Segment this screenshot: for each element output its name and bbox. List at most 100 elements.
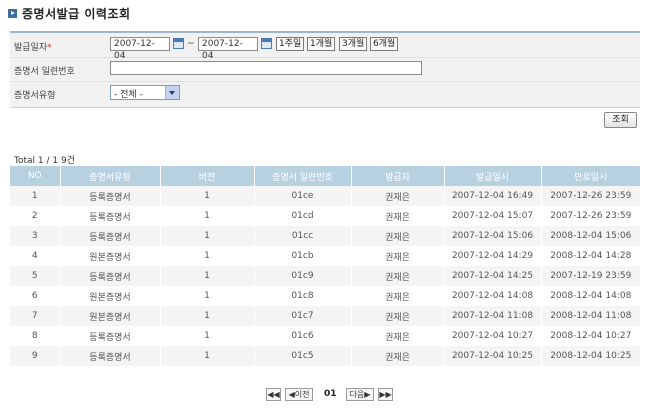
cell-issued-at: 2007-12-04 11:08 (443, 306, 541, 326)
table-row[interactable]: 6 원본증명서 1 01c8 권재은 2007-12-04 14:08 2008-12-04… (10, 286, 640, 306)
cell-serial: 01ce (253, 186, 351, 206)
cell-expires-at: 2007-12-26 23:59 (540, 206, 640, 226)
cell-version: 1 (159, 246, 254, 266)
cell-issuer: 권재은 (350, 226, 444, 246)
cell-issued-at: 2007-12-04 14:08 (443, 286, 541, 306)
col-serial: 증명서 일련번호 (253, 166, 351, 186)
cell-issued-at: 2007-12-04 14:25 (443, 266, 541, 286)
page-title: 증명서발급 이력조회 (22, 6, 131, 21)
page-header: 증명서발급 이력조회 (8, 5, 131, 21)
cell-expires-at: 2008-12-04 15:06 (540, 226, 640, 246)
cell-cert-type: 등록증명서 (59, 326, 160, 346)
history-table: NO 증명서유형 버전 증명서 일련번호 발급자 발급일시 만료일시 1 등록증명… (10, 166, 640, 366)
cell-cert-type: 원본증명서 (59, 306, 160, 326)
cell-issued-at: 2007-12-04 16:49 (443, 186, 541, 206)
cell-expires-at: 2007-12-26 23:59 (540, 186, 640, 206)
cell-issuer: 권재은 (350, 346, 444, 366)
first-page-button[interactable]: ◀◀ (266, 388, 281, 401)
cell-version: 1 (159, 306, 254, 326)
cell-cert-type: 등록증명서 (59, 206, 160, 226)
issue-date-label: 발급일자* (14, 43, 52, 53)
chevron-down-icon[interactable] (165, 86, 179, 99)
last-page-button[interactable]: ▶▶ (378, 388, 393, 401)
cell-version: 1 (159, 186, 254, 206)
cell-version: 1 (159, 226, 254, 246)
cert-type-select[interactable]: - 전체 - (110, 85, 180, 100)
date-to-input[interactable]: 2007-12-04 (198, 37, 258, 61)
cell-serial: 01cc (253, 226, 351, 246)
table-row[interactable]: 8 등록증명서 1 01c6 권재은 2007-12-04 10:27 2008-12-04… (10, 326, 640, 346)
cell-expires-at: 2007-12-19 23:59 (540, 266, 640, 286)
table-row[interactable]: 1 등록증명서 1 01ce 권재은 2007-12-04 16:49 2007-12-26… (10, 186, 640, 206)
next-page-button[interactable]: 다음▶ (346, 388, 374, 401)
cell-no: 8 (10, 326, 60, 346)
search-panel: 발급일자* 2007-12-04 ~ 2007-12-04 1주일 1개월 3개… (10, 31, 640, 108)
cell-cert-type: 등록증명서 (59, 346, 160, 366)
cell-issued-at: 2007-12-04 14:29 (443, 246, 541, 266)
cell-no: 4 (10, 246, 60, 266)
cell-cert-type: 등록증명서 (59, 266, 160, 286)
calendar-to-icon[interactable] (261, 38, 272, 49)
cell-issued-at: 2007-12-04 10:25 (443, 346, 541, 366)
cert-type-selected: - 전체 - (114, 90, 143, 100)
cell-issuer: 권재은 (350, 286, 444, 306)
current-page-number[interactable]: 01 (324, 389, 337, 399)
cell-cert-type: 등록증명서 (59, 186, 160, 206)
cell-issuer: 권재은 (350, 246, 444, 266)
cell-expires-at: 2008-12-04 14:28 (540, 246, 640, 266)
period-3month-button[interactable]: 3개월 (339, 37, 368, 51)
date-from-input[interactable]: 2007-12-04 (110, 37, 170, 61)
cell-issued-at: 2007-12-04 15:07 (443, 206, 541, 226)
cell-issuer: 권재은 (350, 206, 444, 226)
search-row-serial: 증명서 일련번호 (10, 57, 640, 82)
cell-no: 1 (10, 186, 60, 206)
col-no: NO (10, 166, 60, 186)
cell-version: 1 (159, 326, 254, 346)
total-count: Total 1 / 1 9건 (14, 156, 75, 166)
table-row[interactable]: 2 등록증명서 1 01cd 권재은 2007-12-04 15:07 2007-12-26… (10, 206, 640, 226)
cell-issuer: 권재은 (350, 326, 444, 346)
cell-version: 1 (159, 286, 254, 306)
period-1month-button[interactable]: 1개월 (307, 37, 336, 51)
cell-no: 7 (10, 306, 60, 326)
cell-no: 3 (10, 226, 60, 246)
cell-serial: 01cb (253, 246, 351, 266)
cell-serial: 01c6 (253, 326, 351, 346)
period-6month-button[interactable]: 6개월 (370, 37, 399, 51)
required-mark: * (47, 43, 52, 53)
col-issuer: 발급자 (350, 166, 444, 186)
table-row[interactable]: 9 등록증명서 1 01c5 권재은 2007-12-04 10:25 2008-12-04… (10, 346, 640, 366)
cert-type-label: 증명서유형 (14, 91, 56, 101)
cell-no: 5 (10, 266, 60, 286)
table-row[interactable]: 5 등록증명서 1 01c9 권재은 2007-12-04 14:25 2007-12-19… (10, 266, 640, 286)
col-expires-at: 만료일시 (540, 166, 640, 186)
cell-expires-at: 2008-12-04 11:08 (540, 306, 640, 326)
cell-version: 1 (159, 346, 254, 366)
cell-version: 1 (159, 266, 254, 286)
col-issued-at: 발급일시 (443, 166, 541, 186)
search-button[interactable]: 조회 (604, 112, 637, 128)
table-header-row: NO 증명서유형 버전 증명서 일련번호 발급자 발급일시 만료일시 (10, 166, 640, 186)
cell-serial: 01c5 (253, 346, 351, 366)
calendar-from-icon[interactable] (173, 38, 184, 49)
cell-cert-type: 등록증명서 (59, 226, 160, 246)
cell-expires-at: 2008-12-04 14:08 (540, 286, 640, 306)
table-row[interactable]: 4 원본증명서 1 01cb 권재은 2007-12-04 14:29 2008-12-04… (10, 246, 640, 266)
cell-expires-at: 2008-12-04 10:25 (540, 346, 640, 366)
prev-page-button[interactable]: ◀이전 (285, 388, 313, 401)
serial-input[interactable] (110, 61, 422, 75)
period-1week-button[interactable]: 1주일 (276, 37, 305, 51)
table-row[interactable]: 7 원본증명서 1 01c7 권재은 2007-12-04 11:08 2008-12-04… (10, 306, 640, 326)
cell-no: 6 (10, 286, 60, 306)
cell-serial: 01c8 (253, 286, 351, 306)
table-row[interactable]: 3 등록증명서 1 01cc 권재은 2007-12-04 15:06 2008-12-04… (10, 226, 640, 246)
cell-issued-at: 2007-12-04 15:06 (443, 226, 541, 246)
cell-serial: 01c7 (253, 306, 351, 326)
cell-version: 1 (159, 206, 254, 226)
serial-label: 증명서 일련번호 (14, 67, 75, 77)
col-cert-type: 증명서유형 (59, 166, 160, 186)
date-range-tilde: ~ (187, 39, 195, 49)
cell-issuer: 권재은 (350, 186, 444, 206)
cell-serial: 01c9 (253, 266, 351, 286)
cell-cert-type: 원본증명서 (59, 246, 160, 266)
